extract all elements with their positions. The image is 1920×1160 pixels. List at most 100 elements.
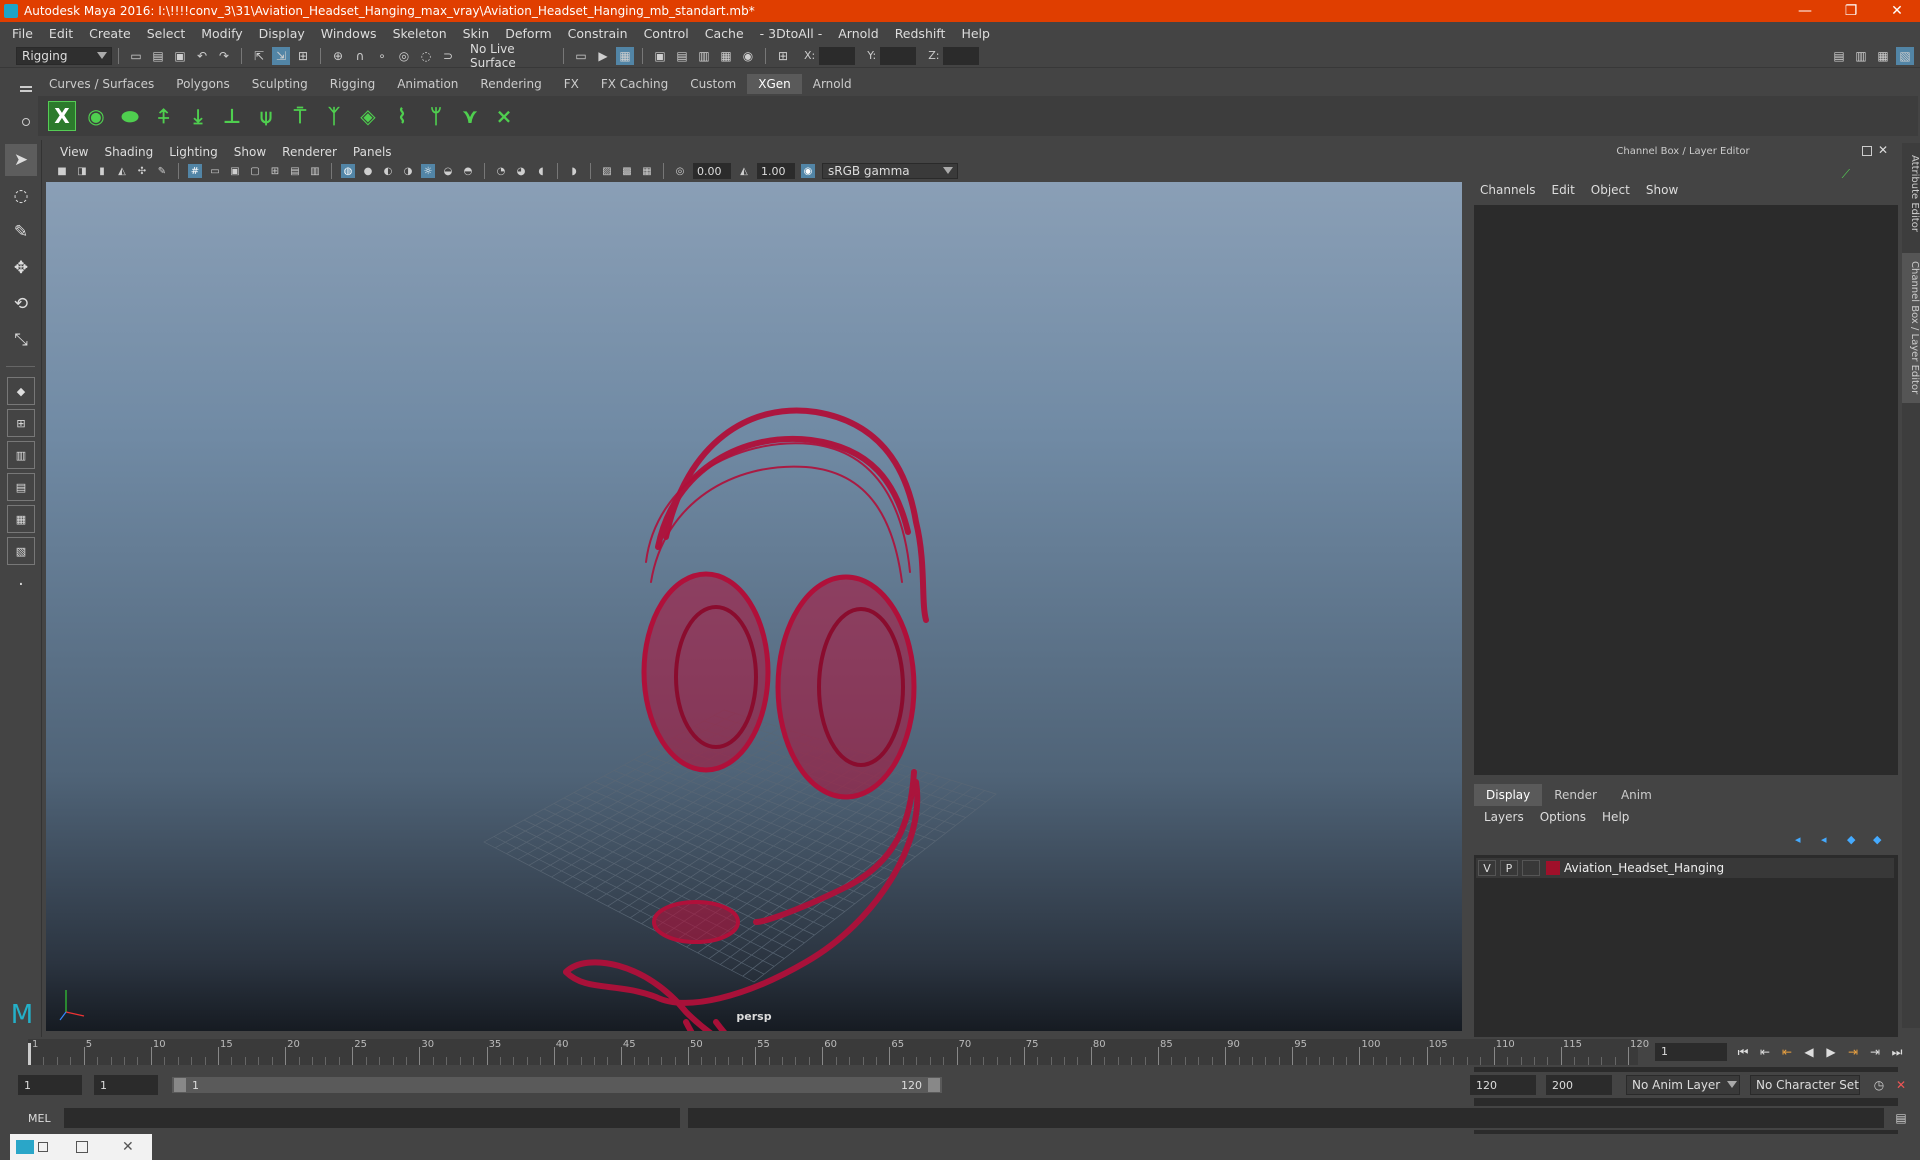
layer-visibility-toggle[interactable]: V xyxy=(1478,860,1496,876)
play-forwards-icon[interactable]: ▶ xyxy=(1820,1042,1842,1062)
shelf-tab-polygons[interactable]: Polygons xyxy=(165,74,240,94)
shelf-tab-xgen[interactable]: XGen xyxy=(747,74,802,94)
xray-components-icon[interactable]: ▦ xyxy=(640,164,654,178)
xgen-description-icon[interactable]: ⬬ xyxy=(116,101,144,131)
exposure-field[interactable]: 0.00 xyxy=(693,163,731,179)
snap-magnet-icon[interactable]: ⊃ xyxy=(439,47,457,65)
textured-icon[interactable]: ◑ xyxy=(401,164,415,178)
rotate-tool-icon[interactable]: ⟲ xyxy=(5,288,37,320)
current-time-indicator[interactable] xyxy=(28,1043,31,1065)
menu-skeleton[interactable]: Skeleton xyxy=(385,26,455,41)
xgen-preview-eye-icon[interactable]: ◉ xyxy=(82,101,110,131)
wireframe-icon[interactable]: ◍ xyxy=(341,164,355,178)
channel-list[interactable] xyxy=(1474,205,1898,775)
graph-layout-icon[interactable]: ▦ xyxy=(7,505,35,533)
snap-curve-icon[interactable]: ∩ xyxy=(351,47,369,65)
xgen-interactive-groom-icon[interactable]: ᛉ xyxy=(320,101,348,131)
shelf-tab-custom[interactable]: Custom xyxy=(679,74,747,94)
layer-menu-layers[interactable]: Layers xyxy=(1476,810,1532,828)
panel-menu-renderer[interactable]: Renderer xyxy=(274,145,345,159)
gamma-icon[interactable]: ◭ xyxy=(737,164,751,178)
motion-blur-icon[interactable]: ◔ xyxy=(494,164,508,178)
film-gate-icon[interactable]: ▭ xyxy=(208,164,222,178)
close-button[interactable]: ✕ xyxy=(1874,0,1920,22)
move-layer-up-icon[interactable]: ◂ xyxy=(1795,833,1815,846)
layer-menu-options[interactable]: Options xyxy=(1532,810,1594,828)
restore-button[interactable]: ❐ xyxy=(1828,0,1874,22)
xray-icon[interactable]: ▨ xyxy=(600,164,614,178)
menu-redshift[interactable]: Redshift xyxy=(887,26,954,41)
character-set-dropdown[interactable]: No Character Set xyxy=(1750,1075,1860,1095)
command-language-label[interactable]: MEL xyxy=(28,1112,58,1125)
hypershade-icon[interactable]: ◉ xyxy=(739,47,757,65)
shelf-tab-fx[interactable]: FX xyxy=(553,74,590,94)
channel-menu-object[interactable]: Object xyxy=(1583,183,1638,201)
go-to-end-icon[interactable]: ⏭ xyxy=(1886,1042,1908,1062)
shelf-settings-gear-icon[interactable] xyxy=(22,118,30,126)
wireframe-on-shaded-icon[interactable]: ◐ xyxy=(381,164,395,178)
menu-select[interactable]: Select xyxy=(139,26,194,41)
two-pane-layout-icon[interactable]: ▥ xyxy=(7,441,35,469)
shelf-tab-rendering[interactable]: Rendering xyxy=(469,74,552,94)
layer-display-type-toggle[interactable] xyxy=(1522,860,1540,876)
shelf-menu-icon[interactable] xyxy=(20,86,32,88)
menu-edit[interactable]: Edit xyxy=(41,26,81,41)
hypershade-layout-icon[interactable]: ▧ xyxy=(7,537,35,565)
attribute-editor-toggle-icon[interactable]: ▥ xyxy=(1852,47,1870,65)
x-coordinate-field[interactable] xyxy=(819,46,856,65)
xgen-layer-icon[interactable]: ◈ xyxy=(354,101,382,131)
menu-display[interactable]: Display xyxy=(251,26,313,41)
step-back-frame-icon[interactable]: ⇤ xyxy=(1754,1042,1776,1062)
panel-menu-lighting[interactable]: Lighting xyxy=(161,145,226,159)
select-tool-arrow-icon[interactable]: ➤ xyxy=(5,144,37,176)
side-tab-channel-box[interactable]: Channel Box / Layer Editor xyxy=(1902,253,1920,403)
transform-mode-icon[interactable]: ⊞ xyxy=(774,47,792,65)
step-forward-frame-icon[interactable]: ⇥ xyxy=(1864,1042,1886,1062)
menu-control[interactable]: Control xyxy=(636,26,697,41)
go-to-start-icon[interactable]: ⏮ xyxy=(1732,1042,1754,1062)
render-globals-icon[interactable]: ▦ xyxy=(717,47,735,65)
screen-space-ao-icon[interactable]: ◓ xyxy=(461,164,475,178)
maya-window-icon[interactable] xyxy=(16,1140,34,1154)
camera-attributes-icon[interactable]: ◨ xyxy=(75,164,89,178)
xgen-add-points-icon[interactable]: ⊥ xyxy=(218,101,246,131)
camera-select-icon[interactable]: ■ xyxy=(55,164,69,178)
channel-menu-show[interactable]: Show xyxy=(1638,183,1686,201)
isolate-select-icon[interactable]: ◗ xyxy=(567,164,581,178)
shelf-tab-fx-caching[interactable]: FX Caching xyxy=(590,74,679,94)
shelf-tab-rigging[interactable]: Rigging xyxy=(319,74,386,94)
channel-menu-channels[interactable]: Channels xyxy=(1472,183,1544,201)
save-scene-icon[interactable]: ▣ xyxy=(171,47,189,65)
gate-mask-icon[interactable]: ▢ xyxy=(248,164,262,178)
menu-set-dropdown[interactable]: Rigging xyxy=(16,46,112,65)
layer-playback-toggle[interactable]: P xyxy=(1500,860,1518,876)
command-input[interactable] xyxy=(64,1108,680,1128)
undo-icon[interactable]: ↶ xyxy=(193,47,211,65)
menu-deform[interactable]: Deform xyxy=(497,26,559,41)
smooth-shade-icon[interactable]: ● xyxy=(361,164,375,178)
color-management-icon[interactable]: ◉ xyxy=(801,164,815,178)
time-slider-bar[interactable]: 1 5 10 15 20 25 30 35 40 45 50 55 60 65 70 75 80 85 90 95 10… xyxy=(28,1039,1649,1065)
channel-menu-edit[interactable]: Edit xyxy=(1544,183,1583,201)
menu-windows[interactable]: Windows xyxy=(313,26,385,41)
xgen-cut-guides-icon[interactable]: ⌇ xyxy=(388,101,416,131)
2d-pan-zoom-icon[interactable]: ✣ xyxy=(135,164,149,178)
grid-toggle-icon[interactable]: # xyxy=(188,164,202,178)
grease-pencil-icon[interactable]: ✎ xyxy=(155,164,169,178)
maximize-window-icon[interactable] xyxy=(76,1141,88,1153)
xgen-comb-icon[interactable]: ⋎ xyxy=(456,101,484,131)
side-tab-attribute-editor[interactable]: Attribute Editor xyxy=(1902,153,1920,233)
animation-end-field[interactable]: 200 xyxy=(1546,1075,1612,1095)
modeling-toolkit-icon[interactable]: ▤ xyxy=(1830,47,1848,65)
minimize-button[interactable]: — xyxy=(1782,0,1828,22)
render-settings-icon[interactable]: ▦ xyxy=(616,46,634,65)
channel-box-axis-icon[interactable]: ⟋ xyxy=(1842,167,1850,182)
snap-grid-icon[interactable]: ⊕ xyxy=(329,47,347,65)
xgen-sculpt-guides-icon[interactable]: ⍦ xyxy=(252,101,280,131)
menu-arnold[interactable]: Arnold xyxy=(830,26,886,41)
resolution-gate-icon[interactable]: ▣ xyxy=(228,164,242,178)
new-scene-icon[interactable]: ▭ xyxy=(127,47,145,65)
menu-modify[interactable]: Modify xyxy=(193,26,250,41)
layer-color-swatch[interactable] xyxy=(1546,861,1560,875)
snap-view-icon[interactable]: ◎ xyxy=(395,47,413,65)
